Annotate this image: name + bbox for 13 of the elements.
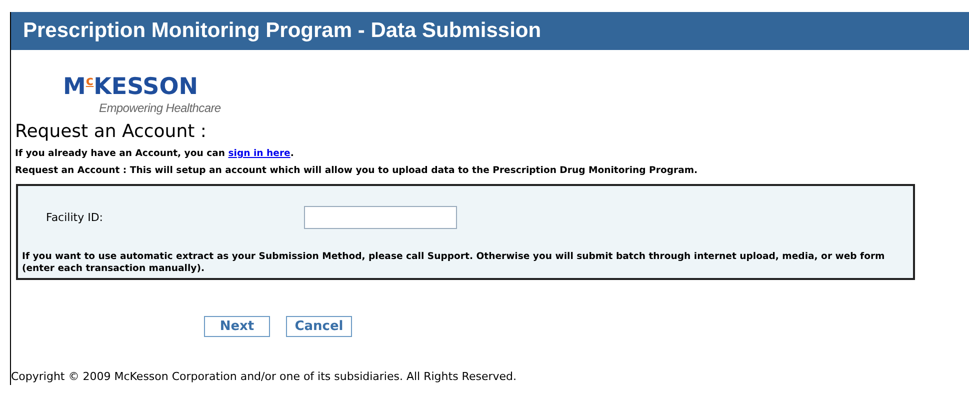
- sign-in-text: If you already have an Account, you can sign in here.: [15, 148, 294, 159]
- cancel-button[interactable]: Cancel: [286, 316, 352, 337]
- field-label: Facility ID:: [46, 211, 104, 224]
- company-logo: M$^{c}$KESSON: [63, 73, 200, 99]
- intro-text: Request an Account : This will setup an account which will allow you to upload data to the Prescription Drug Monitoring Program.: [15, 165, 698, 176]
- copyright-text: Copyright © 2009 McKesson Corporation and/or one of its subsidiaries. All Rights Reserved.: [11, 370, 518, 385]
- page-heading: Request an Account :: [15, 121, 206, 142]
- page-header: Prescription Monitoring Program - Data Submission: [11, 12, 969, 50]
- facility-id-field[interactable]: [304, 206, 457, 229]
- next-button[interactable]: Next: [204, 316, 270, 337]
- logo-tagline: Empowering Healthcare: [99, 101, 221, 115]
- submission-note: If you want to use automatic extract as your Submission Method, please call Support. Otherwise you will submit batch through internet upload, media, or web form (enter each transaction manually).: [22, 251, 886, 275]
- sign-in-link[interactable]: sign in here: [228, 148, 290, 159]
